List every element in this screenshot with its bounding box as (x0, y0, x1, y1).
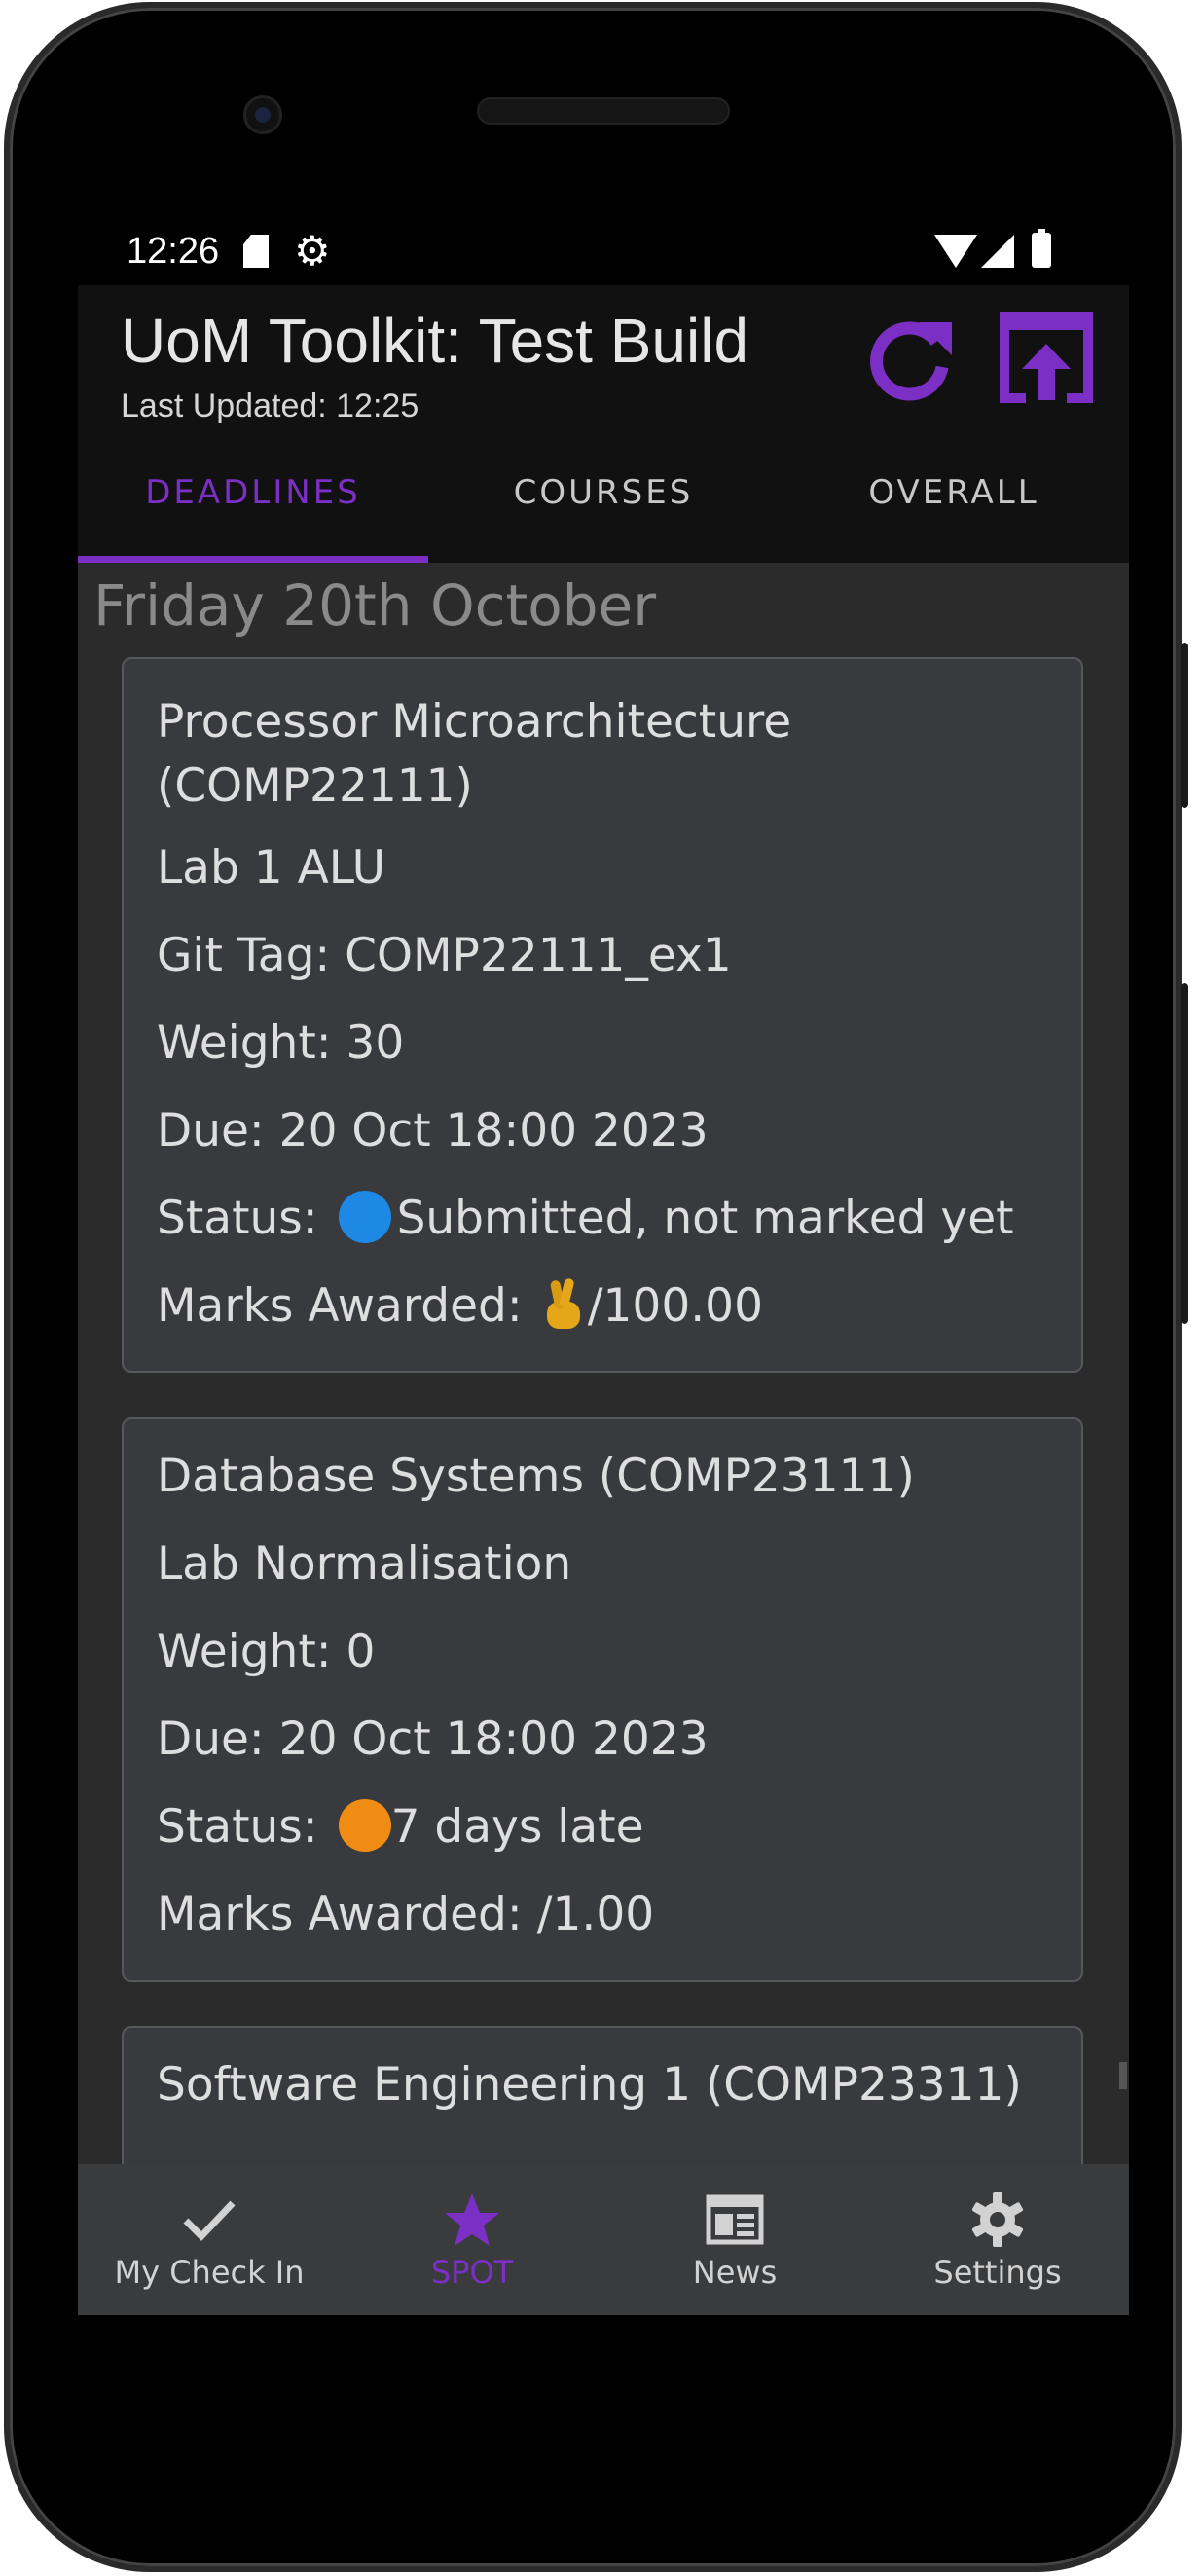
deadline-card[interactable]: Software Engineering 1 (COMP23311) (122, 2026, 1083, 2164)
card-marks: Marks Awarded: /100.00 (157, 1263, 1048, 1350)
screen: 12:26 ⚙ UoM Toolkit: Test Build Last Upd… (78, 217, 1129, 2320)
settings-notification-icon: ⚙ (294, 228, 331, 274)
refresh-icon (870, 321, 952, 401)
wifi-icon (934, 235, 977, 268)
last-updated-label: Last Updated: 12:25 (121, 387, 419, 424)
card-status: Status: Submitted, not marked yet (157, 1175, 1048, 1263)
deadlines-list[interactable]: Friday 20th October Processor Microarchi… (78, 563, 1129, 2164)
tab-deadlines[interactable]: DEADLINES (78, 446, 428, 563)
tab-courses[interactable]: COURSES (428, 446, 779, 563)
app-bar: UoM Toolkit: Test Build Last Updated: 12… (78, 285, 1129, 563)
card-course: Software Engineering 1 (COMP23311) (157, 2058, 1022, 2112)
marks-value: /100.00 (587, 1279, 763, 1333)
status-text: Submitted, not marked yet (396, 1192, 1014, 1245)
battery-icon (1032, 229, 1051, 268)
check-icon (78, 2186, 341, 2254)
gear-icon (866, 2186, 1129, 2254)
blue-circle-icon (338, 1191, 391, 1243)
card-status: Status: 7 days late (157, 1784, 1048, 1871)
status-prefix: Status: (157, 1192, 318, 1245)
orange-circle-icon (338, 1799, 391, 1852)
date-header: Friday 20th October (93, 572, 657, 639)
status-time: 12:26 (127, 231, 220, 272)
front-camera (243, 95, 282, 134)
status-bar: 12:26 ⚙ (78, 217, 1129, 285)
nav-label: Settings (933, 2254, 1062, 2291)
card-weight: Weight: 30 (157, 1016, 405, 1070)
phone-frame: 12:26 ⚙ UoM Toolkit: Test Build Last Upd… (4, 2, 1182, 2572)
status-text: 7 days late (390, 1800, 644, 1854)
deadline-card[interactable]: Processor Microarchitecture (COMP22111) … (122, 657, 1083, 1373)
card-assignment-name: Lab Normalisation (157, 1537, 572, 1591)
star-icon (341, 2186, 603, 2254)
volume-button (1181, 983, 1188, 1324)
status-prefix: Status: (157, 1800, 318, 1854)
open-in-app-icon (1000, 312, 1093, 403)
cell-signal-icon (981, 235, 1014, 268)
nav-spot[interactable]: SPOT (341, 2164, 603, 2315)
card-assignment-name: Lab 1 ALU (157, 841, 385, 895)
bottom-navigation: My Check In SPOT News Settings (78, 2164, 1129, 2315)
scrollbar[interactable] (1119, 2062, 1127, 2089)
nav-label: SPOT (430, 2254, 514, 2291)
nav-my-check-in[interactable]: My Check In (78, 2164, 341, 2315)
nav-settings[interactable]: Settings (866, 2164, 1129, 2315)
nav-label: News (692, 2254, 778, 2291)
newspaper-icon (603, 2186, 866, 2254)
card-due: Due: 20 Oct 18:00 2023 (157, 1104, 709, 1158)
earpiece-speaker (477, 97, 730, 125)
card-due: Due: 20 Oct 18:00 2023 (157, 1712, 709, 1766)
power-button (1181, 643, 1188, 808)
tab-overall[interactable]: OVERALL (779, 446, 1129, 563)
card-git-tag: Git Tag: COMP22111_ex1 (157, 929, 732, 982)
marks-prefix: Marks Awarded: (157, 1279, 523, 1333)
deadline-card[interactable]: Database Systems (COMP23111) Lab Normali… (122, 1417, 1083, 1982)
card-course: Processor Microarchitecture (COMP22111) (157, 695, 792, 813)
sd-card-icon (243, 235, 269, 268)
card-marks: Marks Awarded: /1.00 (157, 1888, 655, 1941)
refresh-button[interactable] (856, 305, 964, 412)
nav-news[interactable]: News (603, 2164, 866, 2315)
app-title: UoM Toolkit: Test Build (121, 306, 749, 376)
open-in-app-button[interactable] (993, 307, 1100, 414)
tab-bar: DEADLINES COURSES OVERALL (78, 446, 1129, 563)
fingers-crossed-emoji (546, 1278, 580, 1329)
card-weight: Weight: 0 (157, 1625, 376, 1678)
card-course: Database Systems (COMP23111) (157, 1450, 915, 1503)
nav-label: My Check In (114, 2254, 305, 2291)
